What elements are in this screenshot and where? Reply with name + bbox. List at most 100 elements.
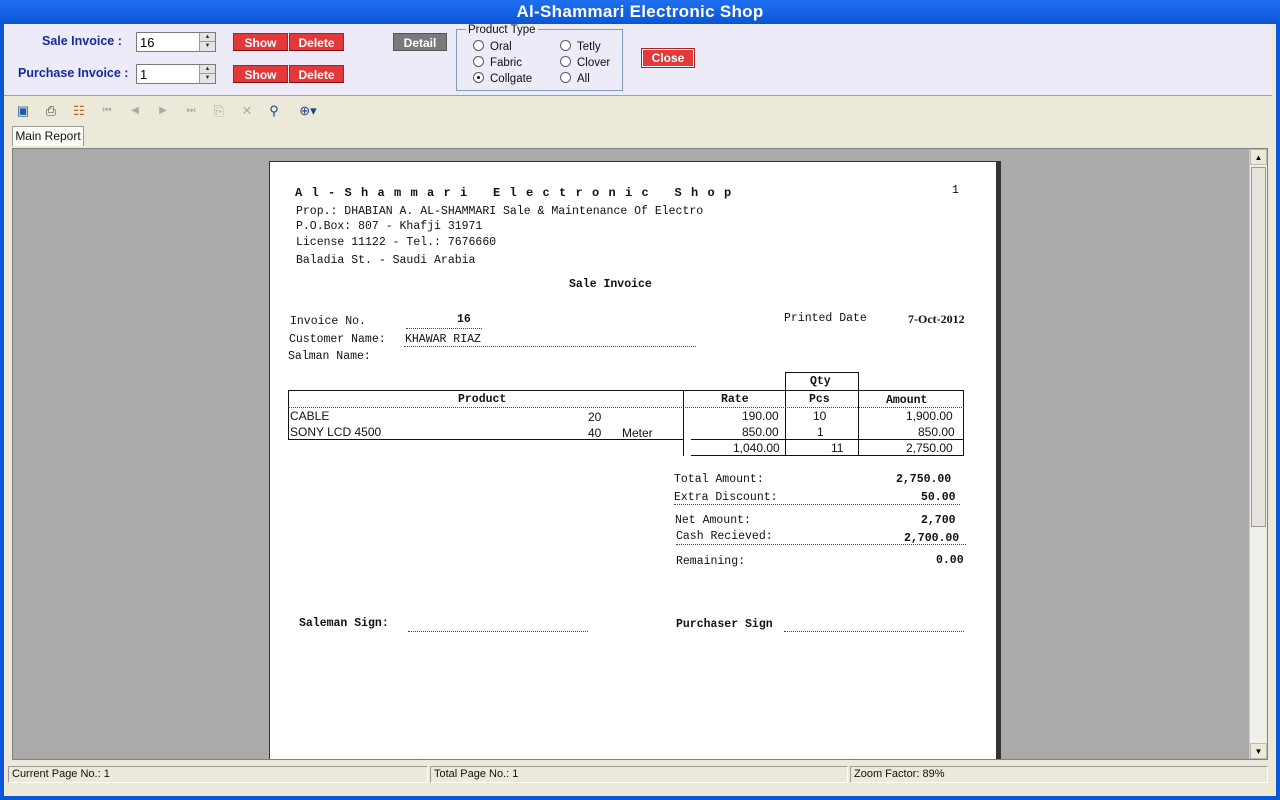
radio-icon[interactable] (560, 40, 571, 51)
status-zoom: Zoom Factor: 89% (850, 766, 1268, 783)
total-amount: 2,750.00 (896, 473, 952, 486)
radio-label: Tetly (577, 41, 601, 53)
radio-tetly[interactable]: Tetly (560, 40, 601, 53)
purchase-invoice-stepper[interactable]: 1 ▲ ▼ (136, 64, 216, 84)
invoice-no-line (406, 328, 482, 329)
table-top-border (288, 390, 964, 391)
toggle-tree-icon[interactable]: ☷ (71, 104, 87, 118)
remaining: 0.00 (936, 554, 964, 567)
radio-collgate[interactable]: Collgate (473, 72, 532, 85)
page-number: 1 (952, 184, 959, 197)
saleman-sign-label: Saleman Sign: (299, 617, 389, 630)
radio-label: Collgate (490, 73, 533, 85)
tab-main-report[interactable]: Main Report (12, 126, 84, 146)
invoice-no: 16 (457, 313, 471, 326)
radio-icon[interactable] (560, 72, 571, 83)
radio-clover[interactable]: Clover (560, 56, 610, 69)
qty-box-top (785, 372, 859, 373)
close-button[interactable]: Close (641, 48, 695, 68)
scroll-up-icon[interactable]: ▲ (1250, 149, 1267, 165)
stop-icon[interactable]: ✕ (239, 104, 255, 118)
down-arrow-icon[interactable]: ▼ (200, 74, 215, 83)
radio-label: Fabric (490, 57, 522, 69)
table-row-code: 40 (588, 426, 602, 440)
last-page-icon[interactable]: ⏭ (183, 104, 199, 118)
zoom-icon[interactable]: ⊕▾ (294, 104, 322, 118)
sale-invoice-value: 16 (140, 35, 155, 50)
rate-header: Rate (721, 393, 749, 406)
totals-rate: 1,040.00 (733, 441, 780, 455)
address-line: Baladia St. - Saudi Arabia (296, 254, 476, 267)
sale-invoice-label: Sale Invoice : (42, 34, 122, 48)
qty-header: Qty (810, 375, 831, 388)
up-arrow-icon[interactable]: ▲ (200, 65, 215, 74)
table-row-amount: 850.00 (918, 425, 955, 439)
qty-box-left (785, 372, 786, 390)
salesman-label: Salman Name: (288, 350, 371, 363)
vertical-scrollbar[interactable]: ▲ ▼ (1249, 149, 1267, 759)
cash-received-label: Cash Recieved: (676, 530, 773, 543)
totals-bottom-border (691, 455, 964, 456)
table-row-unit: Meter (622, 426, 653, 440)
totals-pcs: 11 (831, 441, 844, 455)
totals-top-border (691, 439, 964, 440)
table-left-border (288, 390, 289, 440)
radio-label: Oral (490, 41, 512, 53)
shop-name: Al-Shammari Electronic Shop (295, 186, 741, 200)
goto-page-icon[interactable]: ⎘ (211, 104, 227, 118)
discount-underline (674, 504, 960, 505)
document-title: Sale Invoice (569, 278, 652, 291)
scroll-down-icon[interactable]: ▼ (1250, 743, 1267, 759)
radio-all[interactable]: All (560, 72, 590, 85)
radio-icon[interactable] (560, 56, 571, 67)
net-amount: 2,700 (921, 514, 956, 527)
radio-icon[interactable] (473, 56, 484, 67)
sale-delete-button[interactable]: Delete (289, 33, 344, 51)
table-row-product: CABLE (290, 409, 330, 423)
down-arrow-icon[interactable]: ▼ (200, 42, 215, 51)
report-viewer: Al-Shammari Electronic Shop 1 Prop.: DHA… (12, 148, 1268, 760)
status-total-page: Total Page No.: 1 (430, 766, 848, 783)
window-title: Al-Shammari Electronic Shop (0, 0, 1280, 24)
col-divider (858, 390, 859, 456)
printed-date: 7-Oct-2012 (908, 312, 965, 326)
radio-selected-icon[interactable] (473, 72, 484, 83)
prev-page-icon[interactable]: ◀ (127, 104, 143, 118)
stepper-arrows[interactable]: ▲ ▼ (199, 65, 215, 83)
header-underline (288, 407, 964, 408)
purchaser-sign-line (784, 631, 964, 632)
print-icon[interactable]: ⎙ (43, 104, 59, 118)
col-divider (683, 390, 684, 456)
qty-box-right (858, 372, 859, 390)
invoice-no-label: Invoice No. (290, 315, 366, 328)
table-row-rate: 850.00 (742, 425, 779, 439)
license-line: License 11122 - Tel.: 7676660 (296, 236, 497, 249)
remaining-label: Remaining: (676, 555, 746, 568)
radio-fabric[interactable]: Fabric (473, 56, 522, 69)
sale-show-button[interactable]: Show (233, 33, 288, 51)
detail-button[interactable]: Detail (393, 33, 447, 51)
printed-date-label: Printed Date (784, 312, 867, 325)
product-header: Product (458, 393, 507, 406)
purchase-invoice-value: 1 (140, 67, 148, 82)
stepper-arrows[interactable]: ▲ ▼ (199, 33, 215, 51)
table-row-rate: 190.00 (742, 409, 779, 423)
amount-header: Amount (886, 394, 928, 407)
scroll-thumb[interactable] (1251, 167, 1266, 527)
radio-label: Clover (577, 57, 611, 69)
purchase-show-button[interactable]: Show (233, 65, 288, 83)
purchase-invoice-label: Purchase Invoice : (18, 66, 129, 80)
radio-icon[interactable] (473, 40, 484, 51)
sale-invoice-stepper[interactable]: 16 ▲ ▼ (136, 32, 216, 52)
purchaser-sign-label: Purchaser Sign (676, 618, 773, 631)
col-divider (785, 390, 786, 456)
first-page-icon[interactable]: ⏮ (99, 104, 115, 118)
total-amount-label: Total Amount: (674, 473, 764, 486)
export-icon[interactable]: ▣ (15, 104, 31, 118)
up-arrow-icon[interactable]: ▲ (200, 33, 215, 42)
search-icon[interactable]: ⚲ (266, 104, 282, 118)
next-page-icon[interactable]: ▶ (155, 104, 171, 118)
pcs-header: Pcs (809, 393, 830, 406)
radio-oral[interactable]: Oral (473, 40, 512, 53)
purchase-delete-button[interactable]: Delete (289, 65, 344, 83)
